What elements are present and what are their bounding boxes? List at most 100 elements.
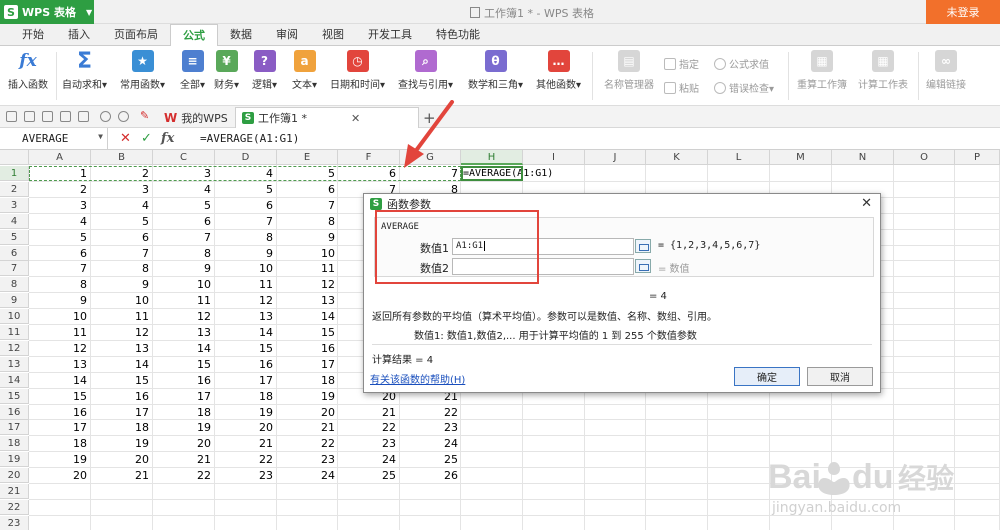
cell-f19[interactable]: 24 (338, 452, 399, 467)
cell-c4[interactable]: 6 (153, 214, 214, 229)
cell-c2[interactable]: 4 (153, 182, 214, 197)
row-header-12[interactable]: 12 (0, 340, 29, 356)
cell-e3[interactable]: 7 (277, 198, 338, 213)
cancel-icon[interactable]: ✕ (120, 131, 131, 146)
tab-6[interactable]: 视图 (310, 24, 356, 46)
cell-d7[interactable]: 10 (215, 261, 276, 276)
cell-d18[interactable]: 21 (215, 436, 276, 451)
row-header-6[interactable]: 6 (0, 245, 29, 261)
cell-b10[interactable]: 11 (91, 309, 152, 324)
cell-e14[interactable]: 18 (277, 373, 338, 388)
cell-f20[interactable]: 25 (338, 468, 399, 483)
cell-c20[interactable]: 22 (153, 468, 214, 483)
cell-e9[interactable]: 13 (277, 293, 338, 308)
cell-b16[interactable]: 17 (91, 405, 152, 420)
cell-e11[interactable]: 15 (277, 325, 338, 340)
close-icon[interactable]: ✕ (861, 196, 872, 211)
row-header-4[interactable]: 4 (0, 213, 29, 229)
column-header-n[interactable]: N (832, 150, 894, 165)
formula-input[interactable]: =AVERAGE(A1:G1) (200, 132, 299, 145)
row-header-1[interactable]: 1 (0, 166, 29, 181)
cell-c3[interactable]: 5 (153, 198, 214, 213)
cell-a11[interactable]: 11 (29, 325, 90, 340)
cell-b20[interactable]: 21 (91, 468, 152, 483)
column-header-a[interactable]: A (29, 150, 91, 165)
cell-c5[interactable]: 7 (153, 230, 214, 245)
row-header-17[interactable]: 17 (0, 420, 29, 436)
column-header-c[interactable]: C (153, 150, 215, 165)
cell-e6[interactable]: 10 (277, 246, 338, 261)
cell-d10[interactable]: 13 (215, 309, 276, 324)
cell-b5[interactable]: 6 (91, 230, 152, 245)
specify-button[interactable]: 指定 (664, 56, 699, 71)
cell-a12[interactable]: 12 (29, 341, 90, 356)
cell-b4[interactable]: 5 (91, 214, 152, 229)
column-header-p[interactable]: P (955, 150, 1000, 165)
calc-sheet-button[interactable]: ▦ 计算工作表 (858, 50, 908, 91)
tab-my-wps[interactable]: W 我的WPS (158, 107, 234, 128)
tab-4[interactable]: 数据 (218, 24, 264, 46)
cell-e15[interactable]: 19 (277, 389, 338, 404)
edit-links-button[interactable]: ∞ 编辑链接 (926, 50, 966, 91)
fx-icon[interactable]: fx (161, 131, 174, 146)
cell-c18[interactable]: 20 (153, 436, 214, 451)
tab-3[interactable]: 公式 (170, 24, 218, 47)
cell-a9[interactable]: 9 (29, 293, 90, 308)
row-header-8[interactable]: 8 (0, 277, 29, 293)
row-header-2[interactable]: 2 (0, 181, 29, 197)
cell-b6[interactable]: 7 (91, 246, 152, 261)
cancel-button[interactable]: 取消 (807, 367, 873, 386)
undo-icon[interactable] (100, 111, 111, 122)
cell-c14[interactable]: 16 (153, 373, 214, 388)
cell-c11[interactable]: 13 (153, 325, 214, 340)
cell-g17[interactable]: 23 (400, 420, 461, 435)
print-preview-icon[interactable] (42, 111, 53, 122)
cell-e7[interactable]: 11 (277, 261, 338, 276)
cell-b7[interactable]: 8 (91, 261, 152, 276)
cell-e20[interactable]: 24 (277, 468, 338, 483)
ribbon-button-0[interactable]: Σ 自动求和▾ (62, 49, 107, 92)
cell-b18[interactable]: 19 (91, 436, 152, 451)
row-header-16[interactable]: 16 (0, 404, 29, 420)
row-header-7[interactable]: 7 (0, 261, 29, 277)
tab-workbook1[interactable]: S 工作簿1 * ✕ (235, 107, 419, 128)
cell-b12[interactable]: 13 (91, 341, 152, 356)
help-link[interactable]: 有关该函数的帮助(H) (370, 371, 465, 386)
column-header-k[interactable]: K (646, 150, 708, 165)
select-all-corner[interactable] (0, 150, 29, 165)
ribbon-button-7[interactable]: ⌕ 查找与引用▾ (398, 50, 453, 91)
cell-a14[interactable]: 14 (29, 373, 90, 388)
cell-e4[interactable]: 8 (277, 214, 338, 229)
row-header-19[interactable]: 19 (0, 452, 29, 468)
tab-8[interactable]: 特色功能 (424, 24, 492, 46)
cell-c12[interactable]: 14 (153, 341, 214, 356)
cell-a10[interactable]: 10 (29, 309, 90, 324)
cell-d3[interactable]: 6 (215, 198, 276, 213)
cell-c9[interactable]: 11 (153, 293, 214, 308)
cell-d20[interactable]: 23 (215, 468, 276, 483)
confirm-icon[interactable]: ✓ (141, 131, 152, 146)
tab-2[interactable]: 页面布局 (102, 24, 170, 46)
cell-c15[interactable]: 17 (153, 389, 214, 404)
cell-a15[interactable]: 15 (29, 389, 90, 404)
cell-b11[interactable]: 12 (91, 325, 152, 340)
cell-a8[interactable]: 8 (29, 277, 90, 292)
cell-b17[interactable]: 18 (91, 420, 152, 435)
cell-b2[interactable]: 3 (91, 182, 152, 197)
tab-7[interactable]: 开发工具 (356, 24, 424, 46)
formula-eval-button[interactable]: 公式求值 (714, 56, 769, 71)
column-header-j[interactable]: J (585, 150, 646, 165)
ribbon-button-1[interactable]: ★ 常用函数▾ (120, 50, 165, 91)
cell-a18[interactable]: 18 (29, 436, 90, 451)
column-header-e[interactable]: E (277, 150, 338, 165)
format-painter-icon[interactable]: ✎ (140, 109, 149, 122)
name-manager-button[interactable]: ▤ 名称管理器 (604, 50, 654, 91)
collapse-ref-icon[interactable] (635, 259, 651, 273)
column-header-m[interactable]: M (770, 150, 832, 165)
cell-c16[interactable]: 18 (153, 405, 214, 420)
insert-function-button[interactable]: fx 插入函数 (8, 50, 48, 91)
row-header-3[interactable]: 3 (0, 197, 29, 213)
column-header-h[interactable]: H (461, 150, 523, 165)
row-header-21[interactable]: 21 (0, 484, 29, 499)
column-header-f[interactable]: F (338, 150, 400, 165)
